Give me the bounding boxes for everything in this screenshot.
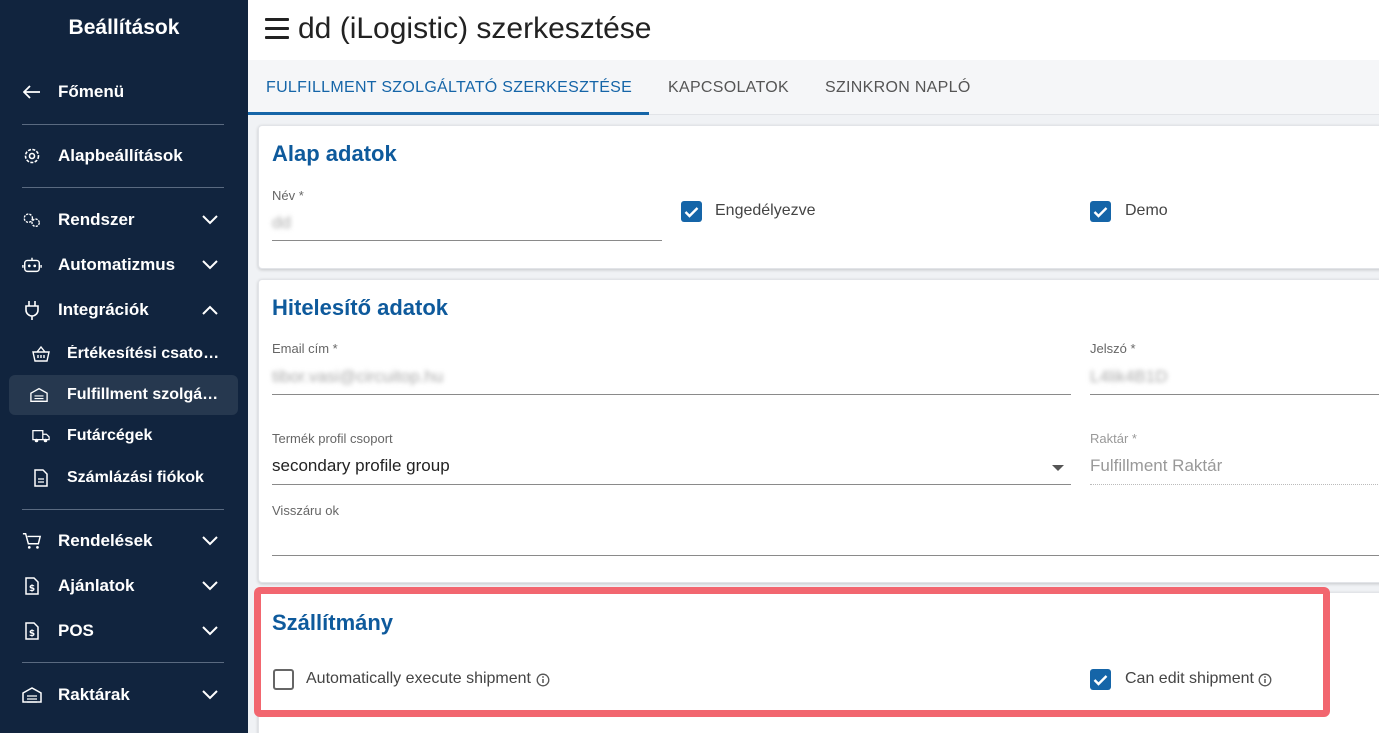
sidebar-title: Beállítások	[68, 16, 180, 39]
sidebar-subitem-couriers[interactable]: Futárcégek	[0, 418, 248, 454]
basic-data-card: Alap adatok Név * dd Engedélyezve Demo	[258, 125, 1379, 269]
sidebar-item-label: POS	[58, 621, 94, 640]
name-input[interactable]: dd	[272, 213, 291, 233]
chevron-down-icon	[200, 621, 220, 641]
card-title: Alap adatok	[272, 141, 397, 166]
name-label: Név *	[272, 188, 304, 203]
name-underline	[272, 240, 662, 241]
top-bar: dd (iLogistic) szerkesztése	[248, 0, 1379, 60]
warehouse-field: Fulfillment Raktár	[1090, 456, 1223, 475]
sidebar-divider	[22, 124, 224, 125]
basket-icon	[32, 345, 50, 363]
card-title: Hitelesítő adatok	[272, 295, 449, 320]
tab-bar: FULFILLMENT SZOLGÁLTATÓ SZERKESZTÉSE KAP…	[248, 60, 1379, 115]
sidebar-item-offers[interactable]: $ Ajánlatok	[0, 566, 248, 606]
sidebar-item-system[interactable]: Rendszer	[0, 200, 248, 240]
chevron-down-icon	[200, 210, 220, 230]
sidebar-item-automation[interactable]: Automatizmus	[0, 245, 248, 285]
arrow-left-icon	[22, 82, 42, 102]
auth-data-card: Hitelesítő adatok Email cím * tibor.vasi…	[258, 279, 1379, 583]
enabled-label: Engedélyezve	[715, 202, 816, 219]
sidebar-item-label: Automatizmus	[58, 255, 176, 274]
email-input[interactable]: tibor.vasi@circuitop.hu	[272, 367, 443, 387]
sidebar-item-integrations[interactable]: Integrációk	[0, 290, 248, 330]
sidebar-item-main-menu[interactable]: Főmenü	[0, 72, 248, 112]
demo-checkbox[interactable]	[1090, 201, 1111, 222]
sidebar-item-label: Fulfillment szolgáltatók	[67, 386, 222, 403]
email-underline	[272, 394, 1071, 395]
password-underline	[1090, 394, 1379, 395]
sidebar-item-warehouses[interactable]: Raktárak	[0, 675, 248, 715]
sidebar-item-label: Futárcégek	[67, 427, 153, 444]
document-icon	[32, 469, 50, 487]
robot-icon	[22, 255, 42, 275]
sidebar-divider	[22, 509, 224, 510]
plug-icon	[22, 300, 42, 320]
svg-text:$: $	[29, 584, 35, 594]
sidebar: Beállítások Főmenü Alapbeállítások Rends…	[0, 0, 248, 733]
warehouse-underline	[1090, 484, 1379, 485]
tab-connections[interactable]: KAPCSOLATOK	[668, 60, 789, 115]
page-title: dd (iLogistic) szerkesztése	[298, 12, 652, 45]
profile-group-select[interactable]: secondary profile group	[272, 456, 450, 476]
sidebar-item-label: Raktárak	[58, 685, 130, 704]
enabled-checkbox[interactable]	[681, 201, 702, 222]
sidebar-divider	[22, 662, 224, 663]
sidebar-item-label: Integrációk	[58, 300, 149, 319]
sidebar-item-label: Rendelések	[58, 531, 153, 550]
tab-sync-log[interactable]: SZINKRON NAPLÓ	[825, 60, 971, 115]
demo-label: Demo	[1125, 202, 1168, 219]
highlight-box	[254, 587, 1330, 717]
sidebar-item-label: Főmenü	[58, 82, 125, 101]
svg-text:$: $	[29, 629, 35, 639]
chevron-down-icon	[200, 531, 220, 551]
profile-group-label: Termék profil csoport	[272, 431, 393, 446]
active-tab-indicator	[248, 112, 649, 115]
dropdown-arrow-icon[interactable]	[1052, 465, 1064, 471]
chevron-up-icon	[200, 300, 220, 320]
hamburger-menu-icon[interactable]	[265, 18, 289, 40]
sidebar-item-pos[interactable]: $ POS	[0, 611, 248, 651]
warehouse-label: Raktár *	[1090, 431, 1137, 446]
sidebar-item-label: Alapbeállítások	[58, 146, 183, 165]
offer-icon: $	[22, 576, 42, 596]
sidebar-item-orders[interactable]: Rendelések	[0, 521, 248, 561]
sidebar-subitem-billing-accounts[interactable]: Számlázási fiókok	[0, 460, 248, 496]
truck-icon	[32, 427, 50, 445]
password-input[interactable]: L4lik4B1D	[1090, 367, 1168, 387]
tab-fulfillment-edit[interactable]: FULFILLMENT SZOLGÁLTATÓ SZERKESZTÉSE	[266, 60, 632, 115]
sidebar-item-label: Ajánlatok	[58, 576, 135, 595]
chevron-down-icon	[200, 685, 220, 705]
pos-icon: $	[22, 621, 42, 641]
cart-icon	[22, 531, 42, 551]
gears-icon	[22, 210, 42, 230]
warehouse-icon	[30, 386, 48, 404]
return-reason-underline	[272, 555, 1379, 556]
profile-group-underline	[272, 484, 1071, 485]
sidebar-item-label: Rendszer	[58, 210, 135, 229]
sidebar-item-label: Értékesítési csatornák	[67, 345, 222, 362]
chevron-down-icon	[200, 255, 220, 275]
sidebar-item-label: Számlázási fiókok	[67, 469, 204, 486]
email-label: Email cím *	[272, 341, 338, 356]
chevron-down-icon	[200, 576, 220, 596]
password-label: Jelszó *	[1090, 341, 1136, 356]
warehouse-icon	[22, 685, 42, 705]
sidebar-subitem-fulfillment[interactable]: Fulfillment szolgáltatók	[9, 375, 238, 415]
return-reason-label: Visszáru ok	[272, 503, 339, 518]
sidebar-subitem-sales-channels[interactable]: Értékesítési csatornák	[0, 336, 248, 372]
sidebar-item-basic-settings[interactable]: Alapbeállítások	[0, 136, 248, 176]
sidebar-divider	[22, 187, 224, 188]
gear-icon	[22, 146, 42, 166]
